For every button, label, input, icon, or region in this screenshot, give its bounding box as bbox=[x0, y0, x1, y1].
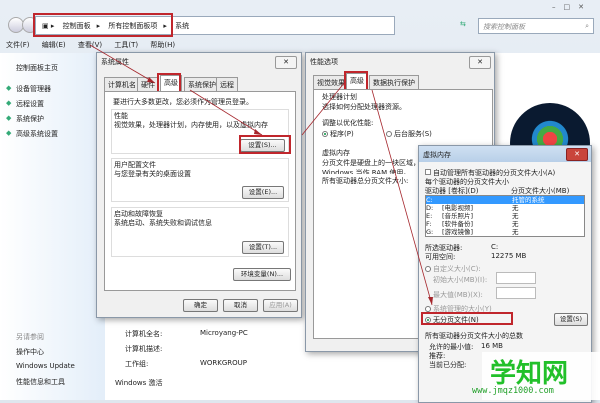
arrow bbox=[89, 44, 156, 84]
arrow bbox=[371, 89, 433, 306]
arrow bbox=[301, 81, 346, 136]
arrow bbox=[189, 89, 263, 136]
annotation-arrows bbox=[89, 44, 433, 306]
